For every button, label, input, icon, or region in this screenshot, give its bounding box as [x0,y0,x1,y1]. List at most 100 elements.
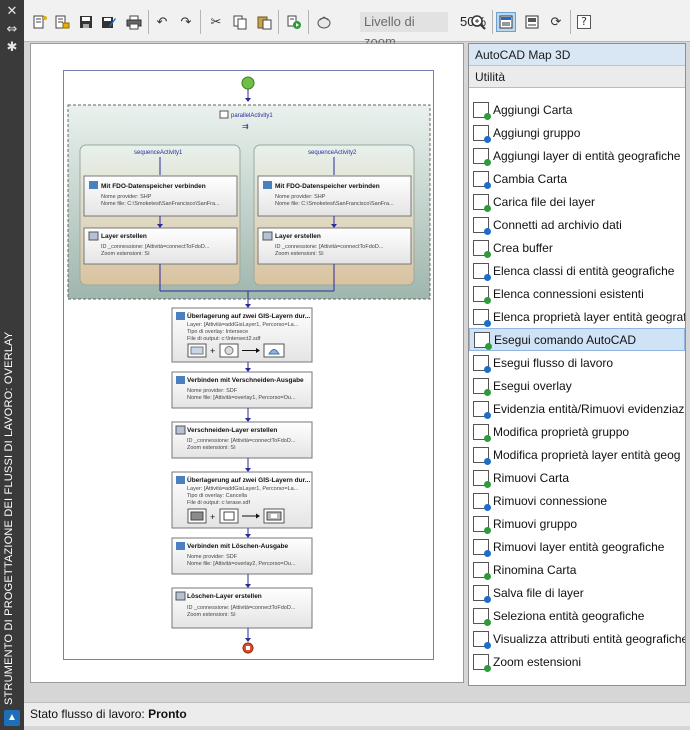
toolbox-item[interactable]: Modifica proprietà gruppo [469,420,685,443]
list-feature-classes-icon [473,262,491,281]
sequence-activity-2-title: sequenceActivity2 [308,150,357,156]
toolbox-item-label: Aggiungi layer di entità geografiche [493,148,681,163]
help-icon: ? [577,15,591,29]
status-bar: Stato flusso di lavoro: Pronto [24,702,690,726]
toolbox-item-label: Rimuovi gruppo [493,516,578,531]
redo-icon[interactable]: ↷ [176,12,196,32]
overlay-node-2[interactable]: Überlagerung auf zwei GIS-Layern dur... … [171,471,313,529]
run-workflow-icon[interactable] [284,12,304,32]
toolbox-item-label: Carica file dei layer [493,194,596,209]
toggle-toolbox-icon[interactable] [496,12,516,32]
pan-hand-icon[interactable] [314,12,334,32]
toolbox-item[interactable]: Evidenzia entità/Rimuovi evidenziazi [469,397,685,420]
open-workflow-icon[interactable] [52,12,72,32]
toolbox-item[interactable]: Rimuovi gruppo [469,512,685,535]
toolbox-item[interactable]: Visualizza attributi entità geografiche [469,627,685,650]
toolbox-item[interactable]: Seleziona entità geografiche [469,604,685,627]
cut-icon[interactable]: ✂ [206,12,226,32]
toolbox-item[interactable]: Aggiungi layer di entità geografiche [469,144,685,167]
toolbox-category-header[interactable]: AutoCAD Map 3D [469,44,685,66]
properties-icon[interactable]: ✱ [4,40,20,56]
toolbox-item[interactable]: Aggiungi gruppo [469,121,685,144]
database-connect-icon [263,181,272,189]
node-title: Mit FDO-Datenspeicher verbinden [101,183,206,190]
toolbox-item[interactable]: Rimuovi Carta [469,466,685,489]
help-button[interactable]: ? [574,12,594,32]
node-row: Zoom estensioni: Sì [101,251,150,257]
toolbox-item[interactable]: Carica file dei layer [469,190,685,213]
list-layer-properties-icon [473,308,491,327]
run-workflow-icon [473,354,491,373]
toolbox-item[interactable]: Esegui comando AutoCAD [469,328,685,351]
toolbox-item[interactable]: Aggiungi Carta [469,98,685,121]
toolbox-item[interactable]: Salva file di layer [469,581,685,604]
close-icon[interactable]: ✕ [4,4,20,20]
toolbox-item[interactable]: Rimuovi connessione [469,489,685,512]
change-map-icon [473,170,491,189]
list-connections-icon [473,285,491,304]
toolbox-item[interactable]: Connetti ad archivio dati [469,213,685,236]
toolbar-separator [570,10,571,34]
toolbox-item-label: Crea buffer [493,240,553,255]
node-row: Nome provider: SHP [101,194,152,200]
refresh-icon[interactable]: ⟳ [546,12,566,32]
properties-panel-icon[interactable] [522,12,542,32]
remove-feature-layer-icon [473,538,491,557]
database-connect-icon [89,181,98,189]
print-icon[interactable] [124,12,144,32]
toolbox-item[interactable]: Rinomina Carta [469,558,685,581]
new-workflow-icon[interactable] [30,12,50,32]
node-row: Zoom estensioni: Sì [187,612,236,618]
toolbox-item-label: Rimuovi Carta [493,470,570,485]
node-title: Verbinden mit Löschen-Ausgabe [187,543,289,550]
toolbar: ↶ ↷ ✂ Livello di zoom 50% ⟳ [24,0,690,49]
node-row: ID _connessione: [Attività=connectToFdoD… [275,244,384,250]
create-layer-node-1[interactable]: Layer erstellen ID _connessione: [Attivi… [83,227,238,265]
toolbox-item-label: Esegui comando AutoCAD [494,332,637,347]
layer-icon [88,231,99,241]
copy-icon[interactable] [230,12,250,32]
connect-erase-output-node[interactable]: Verbinden mit Löschen-Ausgabe Nome provi… [171,537,313,575]
add-map-icon [473,101,491,120]
layer-icon [175,425,186,435]
paste-icon[interactable] [254,12,274,32]
parallel-branch-icon: ⇉ [242,122,249,131]
toolbox-section-header[interactable]: Utilità [469,66,685,88]
toolbox-item[interactable]: Rimuovi layer entità geografiche [469,535,685,558]
load-layer-file-icon [473,193,491,212]
save-icon[interactable] [76,12,96,32]
node-row: File di output: c:\erase.sdf [187,500,250,506]
connect-intersect-output-node[interactable]: Verbinden mit Verschneiden-Ausgabe Nome … [171,371,313,409]
connect-fdo-node-2[interactable]: Mit FDO-Datenspeicher verbinden Nome pro… [257,175,412,217]
palette-title: STRUMENTO DI PROGETTAZIONE DEI FLUSSI DI… [3,331,15,705]
node-row: ID _connessione: [Attività=connectToFdoD… [101,244,210,250]
design-canvas[interactable]: parallelActivity1 ⇉ sequenceActivity1 Mi… [30,43,464,683]
toolbox-item[interactable]: Zoom estensioni [469,650,685,673]
connect-fdo-node-1[interactable]: Mit FDO-Datenspeicher verbinden Nome pro… [83,175,238,217]
toolbox-item[interactable]: Cambia Carta [469,167,685,190]
remove-map-icon [473,469,491,488]
toolbox-item[interactable]: Elenca classi di entità geografiche [469,259,685,282]
toolbar-separator [148,10,149,34]
toolbox-item[interactable]: Crea buffer [469,236,685,259]
toolbox-item[interactable]: Modifica proprietà layer entità geog [469,443,685,466]
toolbox-item[interactable]: Esegui flusso di lavoro [469,351,685,374]
toolbox-item[interactable]: Esegui overlay [469,374,685,397]
overlay-node-1[interactable]: Überlagerung auf zwei GIS-Layern dur... … [171,307,313,363]
edit-group-properties-icon [473,423,491,442]
parallel-activity-title: parallelActivity1 [231,113,273,119]
toolbox-item[interactable]: Elenca proprietà layer entità geograf [469,305,685,328]
zoom-icon[interactable] [468,12,488,32]
toolbar-separator [492,10,493,34]
create-erase-layer-node[interactable]: Löschen-Layer erstellen ID _connessione:… [171,587,313,629]
create-intersect-layer-node[interactable]: Verschneiden-Layer erstellen ID _conness… [171,421,313,459]
save-as-icon[interactable] [98,12,118,32]
create-layer-node-2[interactable]: Layer erstellen ID _connessione: [Attivi… [257,227,412,265]
undo-icon[interactable]: ↶ [152,12,172,32]
save-layer-file-icon [473,584,491,603]
zoom-level-label: Livello di zoom [360,12,448,49]
auto-hide-icon[interactable]: ⇔ [4,22,20,38]
toolbox-item[interactable]: Elenca connessioni esistenti [469,282,685,305]
edit-layer-properties-icon [473,446,491,465]
add-feature-layer-icon [473,147,491,166]
